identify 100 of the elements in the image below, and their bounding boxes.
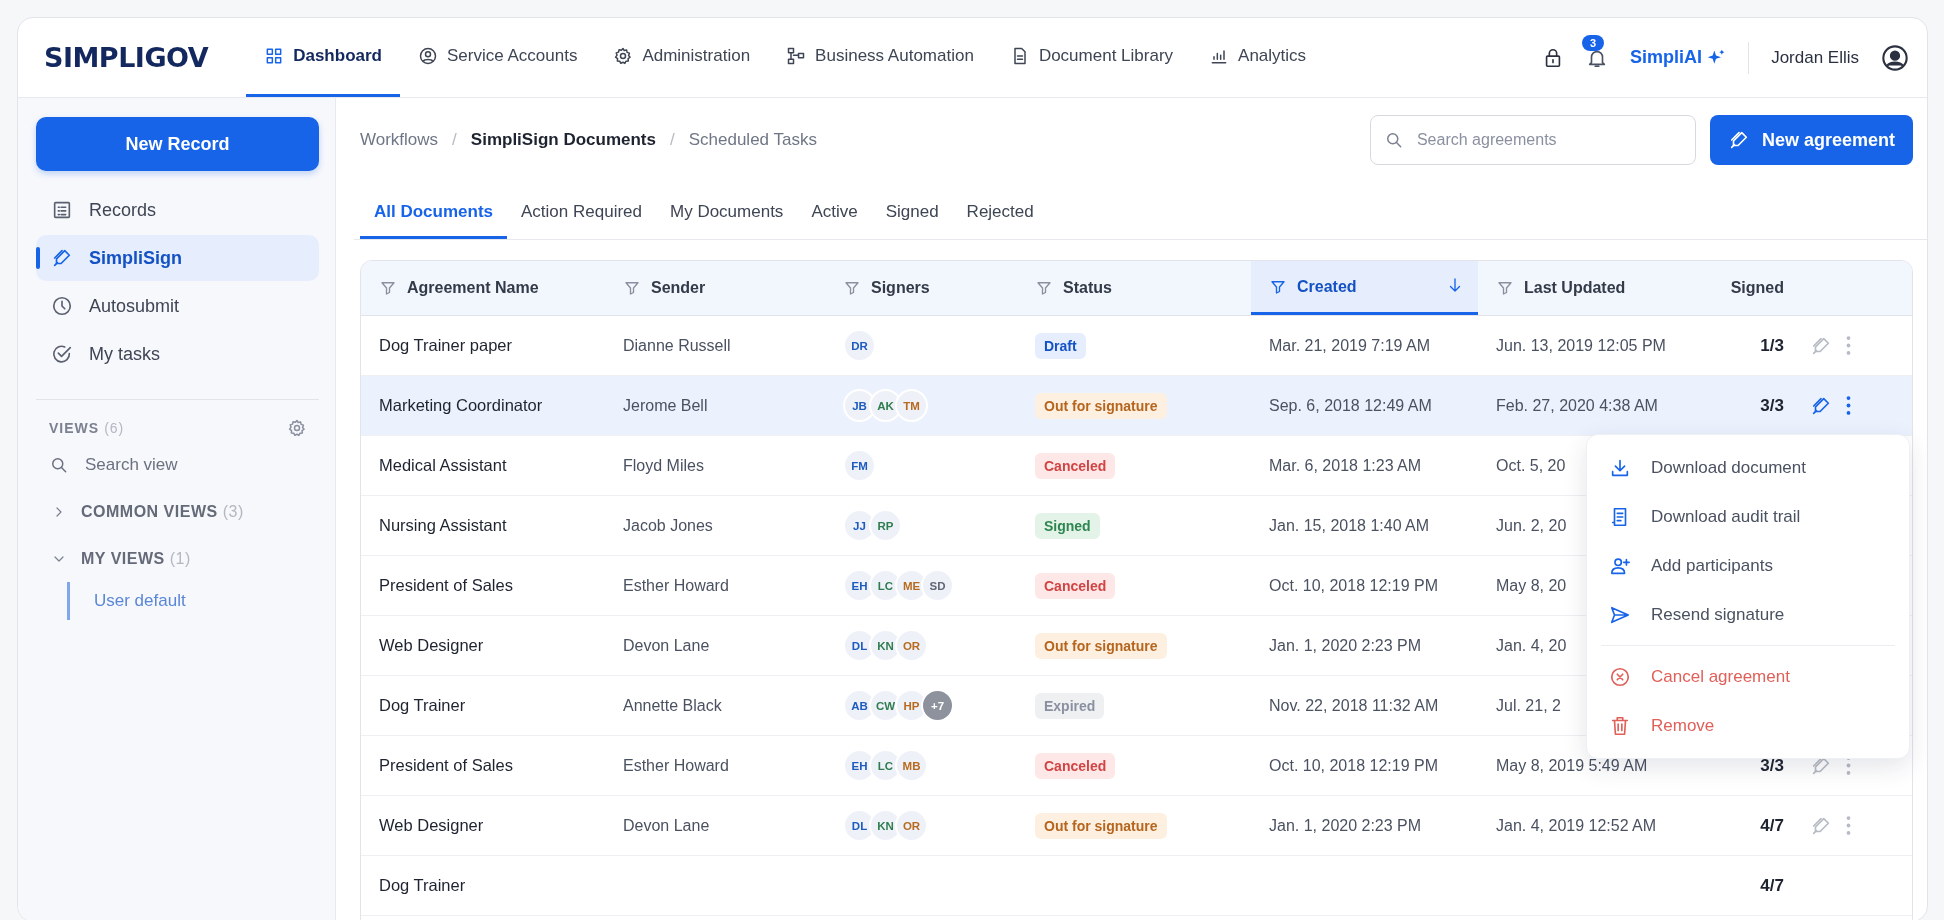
table-cell: Mar. 21, 2019 7:19 AM (1269, 336, 1430, 354)
tab[interactable]: Rejected (952, 188, 1048, 239)
view-group[interactable]: COMMON VIEWS (3) (36, 488, 319, 535)
table-cell-text: Web Designer (378, 816, 485, 835)
table-cell: Annette Black (623, 696, 722, 714)
notification-badge: 3 (1582, 34, 1605, 51)
nav-tab[interactable]: Administration (595, 18, 769, 97)
table-cell: Mar. 6, 2018 1:23 AM (1269, 456, 1422, 474)
table-cell-text: President of Sales (378, 756, 514, 775)
table-cell: Devon Lane (623, 816, 710, 834)
table-cell-text: Medical Assistant (378, 456, 508, 475)
tab[interactable]: Signed (871, 188, 953, 239)
more-icon[interactable] (1846, 336, 1851, 355)
table-cell: Oct. 5, 20 (1496, 456, 1566, 474)
column-header[interactable]: Created (1251, 261, 1478, 315)
search-field[interactable]: Search agreements (1369, 115, 1696, 165)
table-cell: Dianne Russell (623, 336, 731, 354)
status-badge: Out for signature (1035, 632, 1167, 659)
avatar-icon (1881, 43, 1909, 72)
table-cell: Jan. 15, 2018 1:40 AM (1269, 516, 1430, 534)
table-cell: Floyd Miles (623, 456, 704, 474)
tab[interactable]: Action Required (507, 188, 656, 239)
column-header[interactable]: Signers (825, 261, 1017, 315)
more-signers-avatar: +7 (921, 689, 954, 722)
search-icon (49, 455, 69, 475)
status-badge: Draft (1035, 332, 1086, 359)
table-cell: Feb. 27, 2020 4:38 AM (1496, 396, 1658, 414)
signer-avatar: TM (895, 389, 928, 422)
table-cell: Jun. 2, 20 (1496, 516, 1567, 534)
view-search-field[interactable]: Search view (83, 454, 287, 476)
sidebar-item[interactable]: SimpliSign (36, 235, 319, 281)
user-circle-icon (418, 46, 438, 66)
status-badge: Out for signature (1035, 812, 1167, 839)
check-circle-icon (51, 343, 73, 365)
more-icon[interactable] (1846, 396, 1851, 415)
signer-avatar: MB (895, 749, 928, 782)
filter-icon (379, 279, 397, 297)
tab[interactable]: All Documents (360, 188, 508, 239)
table-cell: Jan. 4, 20 (1496, 636, 1567, 654)
table-cell: Nov. 22, 2018 11:32 AM (1269, 696, 1439, 714)
column-header[interactable]: Signed (1698, 261, 1802, 315)
tab[interactable]: My Documents (656, 188, 798, 239)
views-count: (6) (104, 420, 125, 436)
column-header[interactable]: Last Updated (1478, 261, 1698, 315)
breadcrumb-separator: / (669, 130, 675, 150)
filter-icon (843, 279, 861, 297)
status-badge: Canceled (1035, 752, 1116, 779)
pen-icon (51, 247, 73, 269)
sidebar-item[interactable]: My tasks (36, 331, 319, 377)
breadcrumb-link[interactable]: Scheduled Tasks (688, 130, 817, 150)
table-cell-text: Dog Trainer (378, 876, 467, 895)
menu-item[interactable]: Resend signature (1587, 590, 1909, 639)
nav-tab[interactable]: Service Accounts (400, 18, 596, 97)
tab[interactable]: Active (797, 188, 872, 239)
table-cell: 1/3 (1760, 335, 1784, 355)
menu-item[interactable]: Download audit trail (1587, 492, 1909, 541)
view-group[interactable]: MY VIEWS (1) (36, 535, 319, 582)
menu-item[interactable]: Cancel agreement (1587, 652, 1909, 701)
new-agreement-button[interactable]: New agreement (1709, 115, 1913, 165)
status-badge: Canceled (1035, 452, 1116, 479)
table-cell: Jacob Jones (623, 516, 713, 534)
flowchart-icon (786, 46, 807, 66)
breadcrumb-separator: / (452, 130, 457, 150)
breadcrumb-link[interactable]: Workflows (360, 130, 439, 150)
table-cell: 4/7 (1760, 875, 1784, 895)
table-cell: Jan. 1, 2020 2:23 PM (1269, 636, 1422, 654)
table-cell: Jerome Bell (623, 396, 708, 414)
sidebar-item[interactable]: Records (36, 187, 319, 233)
logo: SIMPLIGOV (44, 42, 209, 73)
menu-item[interactable]: Remove (1587, 701, 1909, 750)
table-cell-text: Dog Trainer paper (378, 336, 513, 355)
signer-avatar: OR (895, 629, 928, 662)
filter-icon (623, 279, 641, 297)
settings-icon (613, 46, 634, 66)
nav-tab[interactable]: Analytics (1191, 18, 1325, 97)
new-record-button[interactable]: New Record (36, 117, 319, 171)
menu-item[interactable]: Download document (1587, 443, 1909, 492)
table-cell: Jun. 13, 2019 12:05 PM (1496, 336, 1666, 354)
column-header[interactable]: Sender (605, 261, 825, 315)
nav-tab[interactable]: Document Library (991, 18, 1192, 97)
table-cell: 4/7 (1760, 815, 1784, 835)
list-icon (51, 199, 73, 221)
table-cell-text: Dog Trainer (378, 696, 467, 715)
column-header[interactable]: Status (1017, 261, 1251, 315)
breadcrumb-link[interactable]: SimpliSign Documents (470, 130, 656, 150)
status-badge: Expired (1035, 692, 1105, 719)
signer-avatar: OR (895, 809, 928, 842)
table-cell-text: President of Sales (378, 576, 514, 595)
menu-item[interactable]: Add participants (1587, 541, 1909, 590)
table-cell: 3/3 (1760, 755, 1784, 775)
more-icon[interactable] (1846, 816, 1851, 835)
table-cell: May 8, 20 (1496, 576, 1567, 594)
status-badge: Signed (1035, 512, 1100, 539)
view-item[interactable]: User default (67, 582, 186, 620)
table-cell: Devon Lane (623, 636, 710, 654)
sidebar-item[interactable]: Autosubmit (36, 283, 319, 329)
nav-tab[interactable]: Business Automation (768, 18, 992, 97)
settings-icon (287, 418, 307, 438)
ai-label[interactable]: SimpliAI (1630, 47, 1703, 68)
column-header[interactable]: Agreement Name (361, 261, 605, 315)
